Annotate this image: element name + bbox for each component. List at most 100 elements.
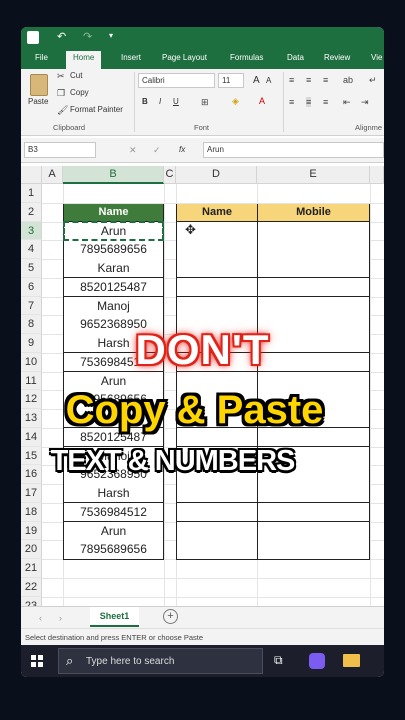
select-all-corner[interactable]	[21, 166, 42, 184]
row-header[interactable]: 23	[21, 596, 42, 606]
underline-button[interactable]: U	[173, 97, 179, 106]
sheet-next-icon[interactable]: ›	[59, 613, 62, 623]
tab-formulas[interactable]: Formulas	[230, 53, 263, 62]
row-header[interactable]: 2	[21, 202, 42, 222]
table2-name-cell[interactable]	[176, 259, 258, 279]
increase-indent-icon[interactable]: ⇥	[361, 97, 369, 107]
tab-review[interactable]: Review	[324, 53, 350, 62]
table2-name-cell[interactable]	[176, 296, 258, 316]
font-size-select[interactable]: 11	[218, 73, 244, 88]
table2-mobile-cell[interactable]	[257, 259, 370, 279]
file-explorer-icon[interactable]	[343, 654, 360, 667]
table2-mobile-cell[interactable]	[257, 277, 370, 297]
table2-name-cell[interactable]	[176, 521, 258, 541]
cut-button[interactable]: Cut	[70, 71, 82, 80]
align-right-icon[interactable]: ≡	[323, 97, 328, 107]
windows-start-icon[interactable]	[31, 655, 43, 667]
align-bottom-icon[interactable]: ≡	[323, 75, 328, 85]
column-header-f[interactable]	[370, 166, 384, 184]
tab-home[interactable]: Home	[66, 51, 102, 69]
name-box[interactable]: B3	[24, 142, 96, 158]
align-top-icon[interactable]: ≡	[289, 75, 294, 85]
fill-color-icon[interactable]: ◈	[232, 96, 239, 106]
table2-name-cell[interactable]	[176, 484, 258, 504]
italic-button[interactable]: I	[159, 97, 161, 106]
orientation-icon[interactable]: ab	[343, 75, 353, 85]
table1-cell[interactable]: Manoj	[63, 296, 164, 316]
font-color-icon[interactable]: A	[259, 96, 265, 106]
column-header-a[interactable]: A	[42, 166, 63, 184]
table2-mobile-cell[interactable]	[257, 221, 370, 241]
grow-font-button[interactable]: A	[253, 75, 260, 86]
table2-name-cell[interactable]	[176, 277, 258, 297]
column-header-c[interactable]: C	[164, 166, 176, 184]
borders-icon[interactable]: ⊞	[201, 97, 209, 107]
column-header-d[interactable]: D	[176, 166, 257, 184]
sheet-tab-sheet1[interactable]: Sheet1	[90, 607, 139, 627]
table1-cell[interactable]: Arun	[63, 521, 164, 541]
taskbar-search-box[interactable]: ⌕ Type here to search	[58, 648, 263, 674]
table2-name-cell[interactable]	[176, 240, 258, 260]
copy-icon[interactable]: ❐	[57, 88, 65, 98]
row-header[interactable]: 17	[21, 484, 42, 503]
tab-page-layout[interactable]: Page Layout	[162, 53, 207, 62]
row-header[interactable]: 7	[21, 296, 42, 316]
table1-cell[interactable]: 7536984512	[63, 502, 164, 522]
table2-name-cell[interactable]	[176, 540, 258, 560]
tab-file[interactable]: File	[35, 53, 48, 62]
worksheet-grid[interactable]: A B C D E Name Name Mobile 1 2 3 4 5 6 7 8 9 10 11…	[21, 166, 384, 606]
decrease-indent-icon[interactable]: ⇤	[343, 97, 351, 107]
customize-qat-icon[interactable]: ▾	[109, 31, 113, 40]
table1-header-name[interactable]: Name	[63, 203, 164, 222]
insert-function-button[interactable]: fx	[179, 145, 185, 154]
table2-mobile-cell[interactable]	[257, 296, 370, 316]
row-header[interactable]: 3	[21, 221, 42, 241]
wrap-text-icon[interactable]: ↵	[369, 75, 377, 85]
align-left-icon[interactable]: ≡	[289, 97, 294, 107]
tab-data[interactable]: Data	[287, 53, 304, 62]
row-header[interactable]: 6	[21, 277, 42, 297]
undo-icon[interactable]: ↶	[57, 30, 66, 43]
row-header[interactable]: 21	[21, 559, 42, 578]
formula-input[interactable]: Arun	[203, 142, 384, 158]
copilot-icon[interactable]	[309, 653, 325, 669]
table2-header-mobile[interactable]: Mobile	[257, 203, 370, 222]
align-center-icon[interactable]: ≡	[306, 97, 312, 107]
row-header[interactable]: 18	[21, 502, 42, 522]
column-header-b[interactable]: B	[63, 166, 164, 184]
cut-icon[interactable]: ✂	[57, 71, 65, 81]
bold-button[interactable]: B	[142, 97, 148, 106]
row-header[interactable]: 20	[21, 540, 42, 559]
redo-icon[interactable]: ↷	[83, 30, 92, 43]
table1-cell[interactable]: 7895689656	[63, 240, 164, 260]
table1-cell[interactable]: Karan	[63, 259, 164, 279]
align-middle-icon[interactable]: ≡	[306, 75, 311, 85]
table1-cell[interactable]: Harsh	[63, 484, 164, 504]
table2-mobile-cell[interactable]	[257, 521, 370, 541]
format-painter-button[interactable]: Format Painter	[70, 105, 123, 114]
task-view-icon[interactable]: ⧉	[274, 653, 283, 668]
table2-mobile-cell[interactable]	[257, 540, 370, 560]
table2-mobile-cell[interactable]	[257, 240, 370, 260]
table2-header-name[interactable]: Name	[176, 203, 258, 222]
sheet-prev-icon[interactable]: ‹	[39, 613, 42, 623]
row-header[interactable]: 19	[21, 521, 42, 541]
paste-icon[interactable]	[30, 74, 48, 96]
copy-button[interactable]: Copy	[70, 88, 89, 97]
row-header[interactable]: 22	[21, 577, 42, 597]
enter-icon[interactable]: ✓	[153, 145, 161, 155]
row-header[interactable]: 1	[21, 184, 42, 203]
table1-cell[interactable]: 7895689656	[63, 540, 164, 560]
row-header[interactable]: 5	[21, 259, 42, 278]
table1-cell[interactable]: 8520125487	[63, 277, 164, 297]
table2-name-cell[interactable]	[176, 502, 258, 522]
format-painter-icon[interactable]: 🖌	[57, 105, 68, 115]
table2-mobile-cell[interactable]	[257, 502, 370, 522]
row-header[interactable]: 4	[21, 240, 42, 259]
font-name-select[interactable]: Calibri	[138, 73, 215, 88]
paste-button[interactable]: Paste	[28, 97, 48, 106]
cancel-icon[interactable]: ✕	[129, 145, 137, 155]
column-header-e[interactable]: E	[257, 166, 370, 184]
table2-mobile-cell[interactable]	[257, 484, 370, 504]
tab-view[interactable]: Vie	[371, 53, 382, 62]
